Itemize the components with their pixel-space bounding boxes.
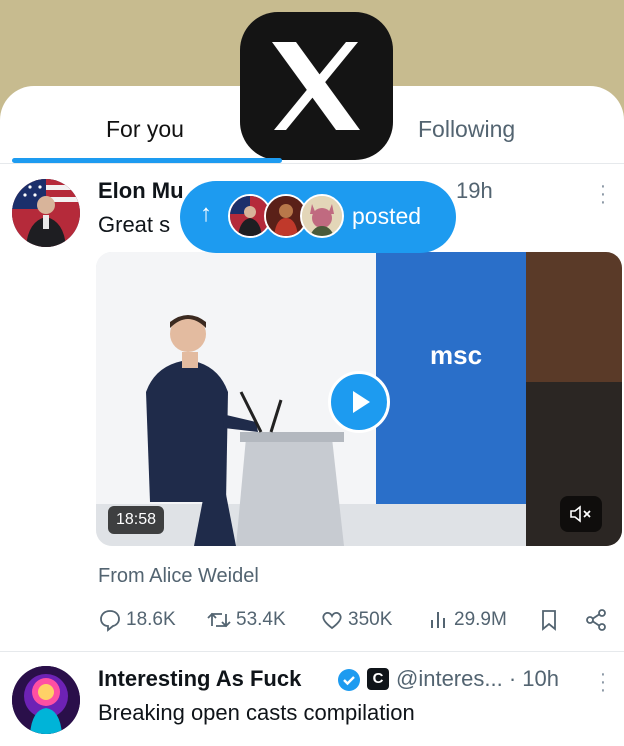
like-count: 350K [348, 609, 393, 630]
post-author-name[interactable]: Interesting As Fuck [98, 666, 301, 692]
post-actions: 18.6K 53.4K 350K 29.9M [98, 608, 618, 638]
mute-button[interactable] [560, 496, 602, 532]
media-source-label[interactable]: From Alice Weidel [98, 565, 259, 588]
post-divider [0, 651, 624, 652]
video-duration: 18:58 [108, 506, 165, 534]
bookmark-button[interactable] [538, 608, 564, 632]
repost-count: 53.4K [236, 609, 286, 630]
posted-label: posted [352, 203, 422, 229]
more-options-icon[interactable]: · · · [598, 176, 608, 212]
tab-following[interactable]: Following [418, 116, 515, 143]
avatar[interactable] [12, 666, 80, 734]
avatar [300, 194, 344, 238]
affiliate-badge: C [367, 668, 389, 690]
up-arrow-icon: ↑ [200, 200, 212, 227]
post-handle: @interes... [396, 666, 503, 691]
verified-badge-icon [338, 669, 360, 691]
play-icon [353, 391, 370, 413]
x-logo [240, 12, 393, 160]
like-button[interactable]: 350K [320, 608, 392, 632]
muted-speaker-icon [570, 505, 591, 523]
heart-icon [322, 611, 342, 630]
post-time: · 10h [508, 666, 559, 691]
reply-count: 18.6K [126, 609, 176, 630]
post-author-name[interactable]: Elon Mu [98, 178, 184, 204]
post-text: Great s [98, 212, 171, 237]
conference-sign: msc [430, 340, 483, 370]
new-posts-pill[interactable]: ↑ posted [180, 181, 456, 253]
tabs-divider [0, 163, 624, 164]
play-button[interactable] [328, 371, 390, 433]
post-time[interactable]: 19h [456, 178, 493, 204]
reply-icon [100, 610, 120, 632]
bookmark-icon [542, 610, 556, 631]
x-logo-icon [272, 42, 360, 130]
more-options-icon[interactable]: · · · [598, 664, 608, 700]
reply-button[interactable]: 18.6K [98, 608, 176, 632]
tab-for-you[interactable]: For you [106, 116, 184, 143]
views-icon [431, 612, 445, 628]
video-player[interactable]: msc 18:58 [96, 252, 622, 546]
post-text: Breaking open casts compilation [98, 700, 415, 725]
repost-button[interactable]: 53.4K [206, 608, 286, 632]
avatar[interactable] [12, 179, 80, 247]
views-button[interactable]: 29.9M [428, 608, 507, 632]
view-count: 29.9M [454, 609, 507, 630]
share-button[interactable] [584, 608, 612, 632]
share-icon [586, 609, 606, 631]
post-handle-time[interactable]: @interes... · 10h [396, 666, 559, 692]
repost-icon [207, 612, 231, 628]
